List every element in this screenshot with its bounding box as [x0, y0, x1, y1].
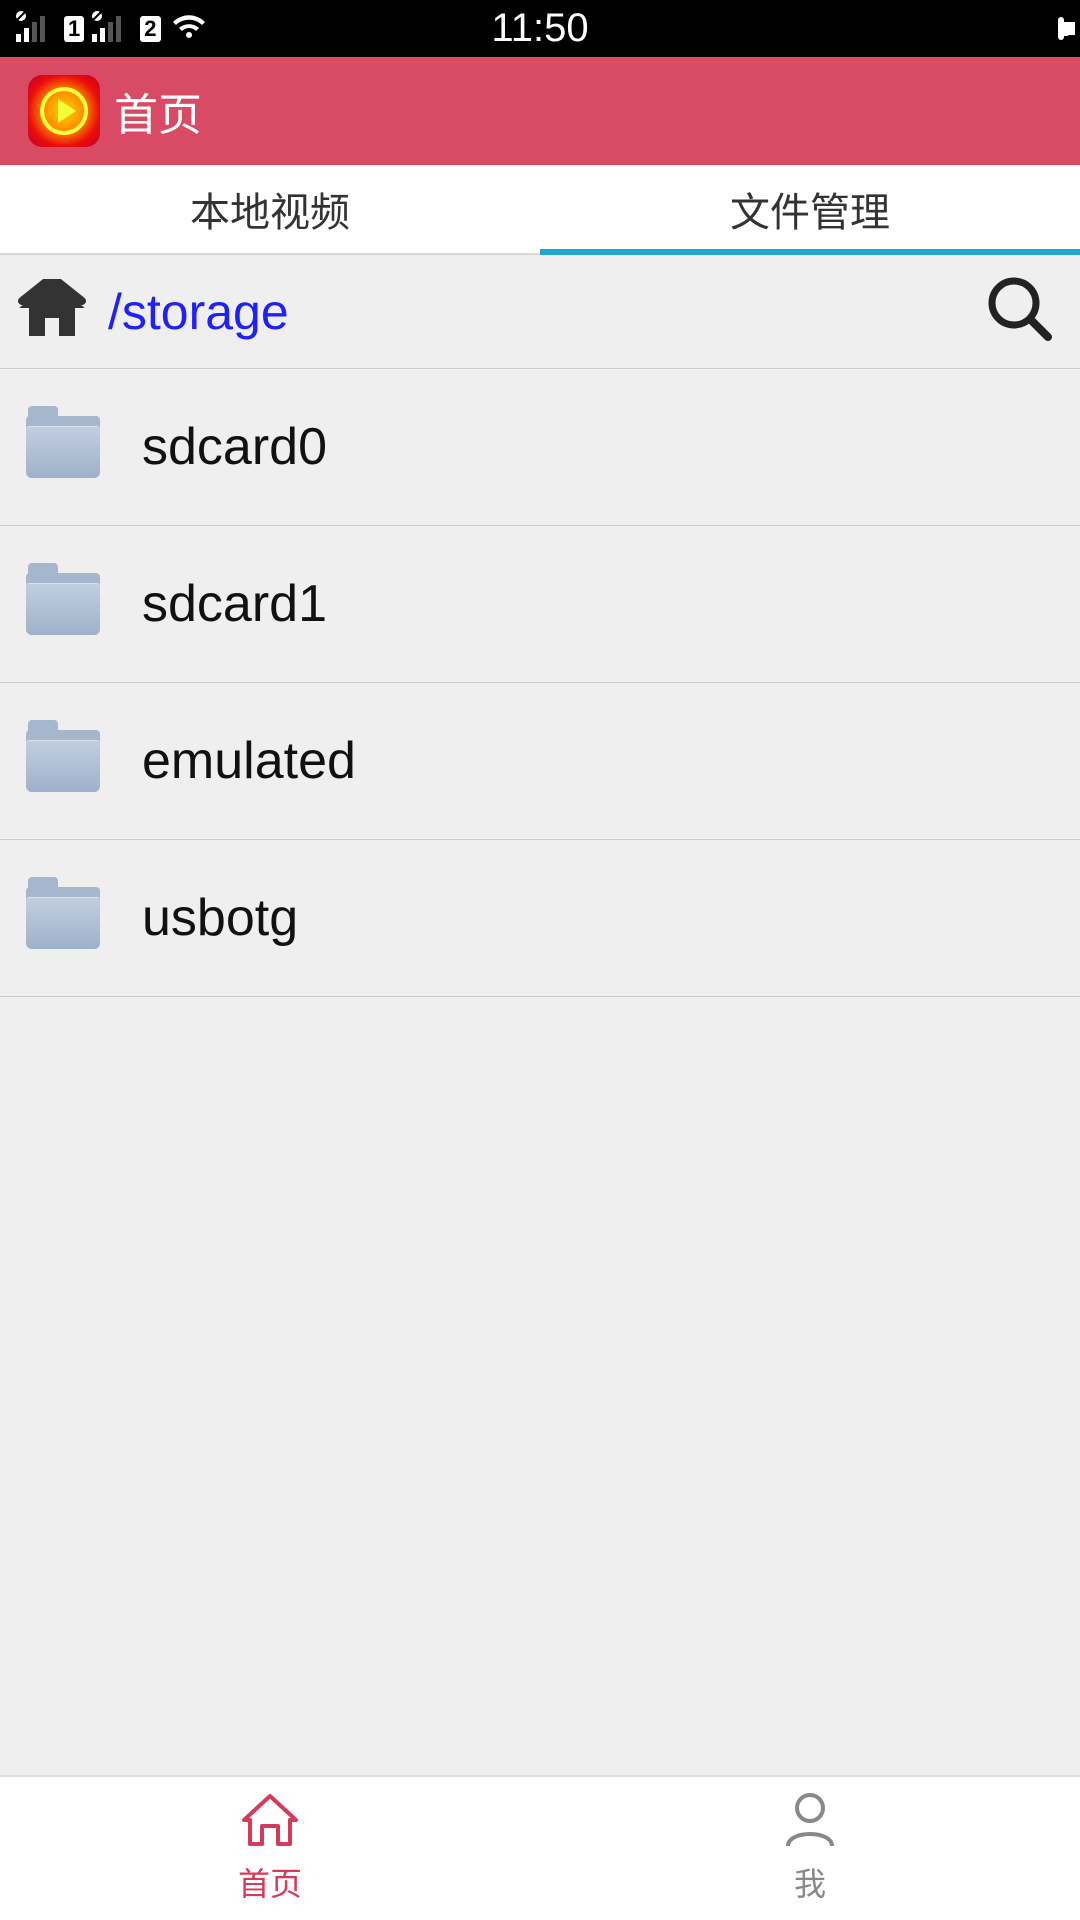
status-left: 1 2: [16, 10, 209, 47]
sim2-badge: 2: [140, 16, 160, 42]
file-name: usbotg: [142, 888, 298, 948]
search-button[interactable]: [980, 275, 1060, 348]
list-item[interactable]: emulated: [0, 683, 1080, 840]
wifi-icon: [169, 10, 209, 47]
folder-icon: [26, 416, 100, 478]
path-bar: /storage: [0, 255, 1080, 369]
list-item[interactable]: sdcard1: [0, 526, 1080, 683]
bottom-nav: 首页 我: [0, 1775, 1080, 1920]
home-button[interactable]: [16, 279, 88, 344]
status-bar: 1 2 11:50: [0, 0, 1080, 57]
folder-icon: [26, 887, 100, 949]
signal-icon: [92, 10, 132, 47]
tabs: 本地视频 文件管理: [0, 165, 1080, 255]
status-time: 11:50: [491, 6, 588, 51]
nav-home-label: 首页: [238, 1859, 302, 1905]
person-icon: [782, 1792, 838, 1855]
tab-local-video[interactable]: 本地视频: [0, 165, 540, 253]
app-bar: 首页: [0, 57, 1080, 165]
sim1-badge: 1: [64, 16, 84, 42]
play-logo-icon[interactable]: [28, 75, 100, 147]
search-icon: [986, 275, 1054, 348]
file-name: sdcard1: [142, 574, 327, 634]
path-text[interactable]: /storage: [108, 283, 980, 341]
list-item[interactable]: usbotg: [0, 840, 1080, 997]
tab-file-manager[interactable]: 文件管理: [540, 165, 1080, 253]
nav-me-label: 我: [794, 1859, 826, 1905]
nav-home[interactable]: 首页: [0, 1777, 540, 1920]
signal-icon: [16, 10, 56, 47]
list-item[interactable]: sdcard0: [0, 369, 1080, 526]
nav-me[interactable]: 我: [540, 1777, 1080, 1920]
battery-icon: [1058, 20, 1064, 38]
file-name: emulated: [142, 731, 356, 791]
status-right: [1058, 20, 1064, 38]
file-name: sdcard0: [142, 417, 327, 477]
file-list: sdcard0 sdcard1 emulated usbotg: [0, 369, 1080, 997]
home-icon: [18, 279, 86, 344]
page-title: 首页: [114, 79, 202, 143]
folder-icon: [26, 730, 100, 792]
nav-home-icon: [238, 1792, 302, 1855]
folder-icon: [26, 573, 100, 635]
